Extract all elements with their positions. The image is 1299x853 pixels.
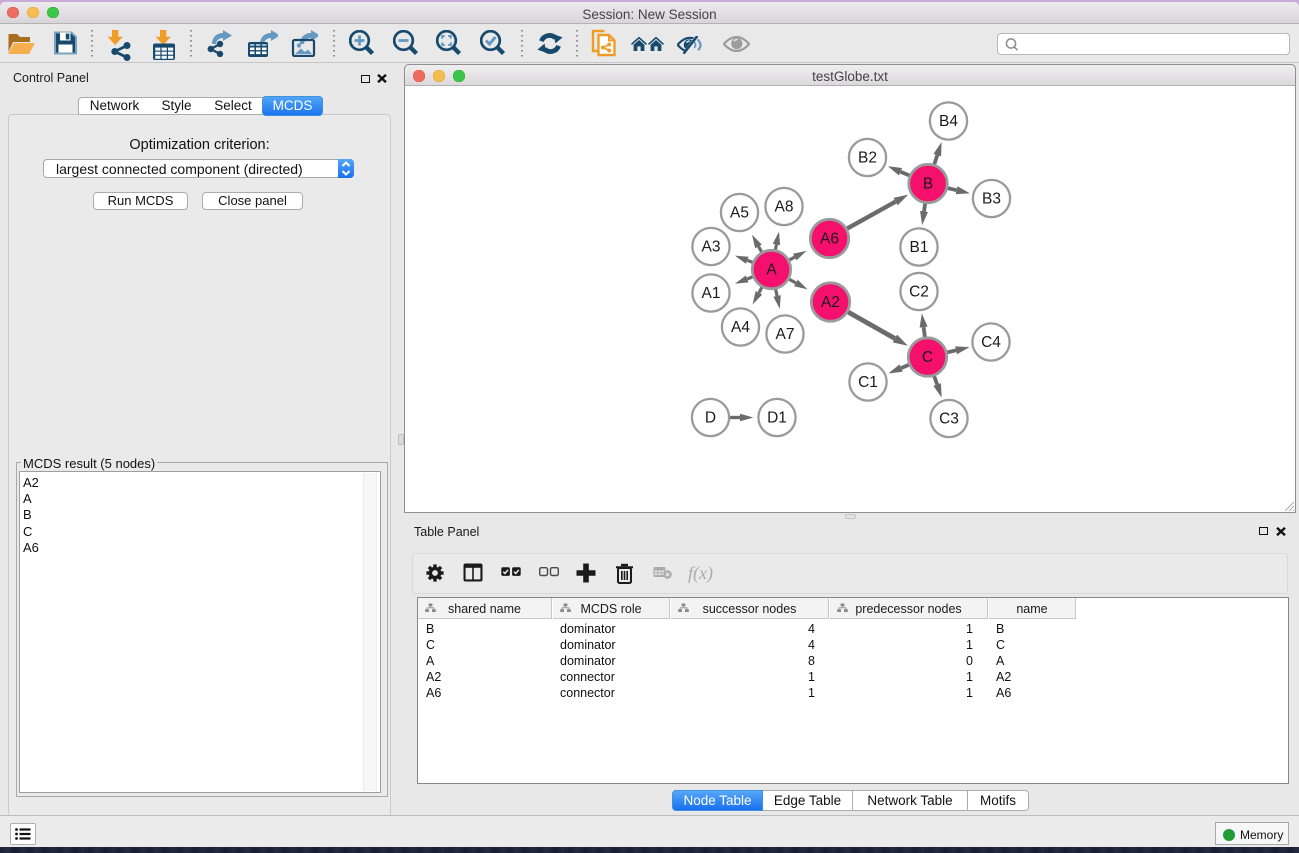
svg-text:A4: A4 — [731, 319, 750, 336]
svg-text:B: B — [922, 175, 932, 192]
svg-text:B3: B3 — [982, 190, 1001, 207]
svg-text:A3: A3 — [701, 238, 720, 255]
svg-text:D1: D1 — [767, 409, 787, 426]
svg-text:C1: C1 — [858, 374, 878, 391]
svg-text:A1: A1 — [701, 285, 720, 302]
svg-text:A5: A5 — [730, 204, 749, 221]
svg-text:D: D — [704, 409, 715, 426]
svg-text:A7: A7 — [775, 326, 794, 343]
svg-text:C4: C4 — [981, 334, 1001, 351]
svg-text:B1: B1 — [909, 239, 928, 256]
svg-text:A2: A2 — [821, 294, 840, 311]
svg-text:B4: B4 — [939, 113, 958, 130]
svg-text:C3: C3 — [939, 410, 959, 427]
svg-text:A8: A8 — [774, 198, 793, 215]
svg-text:B2: B2 — [858, 149, 877, 166]
svg-text:C2: C2 — [909, 283, 929, 300]
svg-text:A6: A6 — [820, 230, 839, 247]
svg-text:C: C — [921, 349, 932, 366]
svg-text:A: A — [766, 261, 777, 278]
